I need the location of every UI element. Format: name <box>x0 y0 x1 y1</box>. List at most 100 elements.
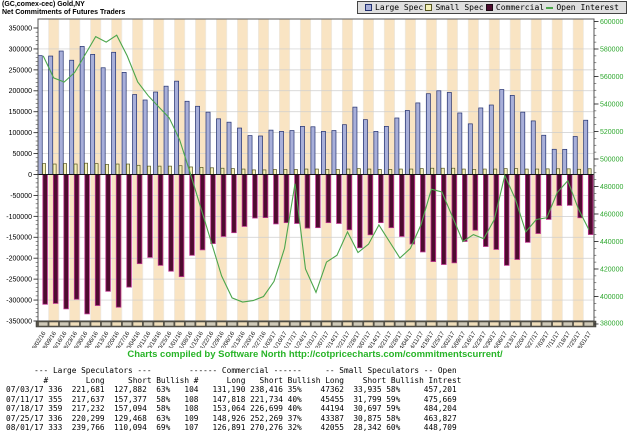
small-spec-bar <box>74 164 77 174</box>
large-spec-bar <box>143 100 147 175</box>
left-axis-tick-label: -350000 <box>6 318 32 325</box>
small-spec-bar <box>273 169 276 174</box>
small-spec-bar <box>221 168 224 174</box>
large-spec-bar <box>258 136 262 175</box>
small-spec-bar <box>95 164 98 175</box>
commercial-bar <box>179 175 184 277</box>
commercial-bar <box>400 175 405 237</box>
commercial-bar <box>347 175 352 230</box>
left-axis-tick-label: 350000 <box>9 25 32 32</box>
large-spec-bar <box>563 149 567 174</box>
left-axis-tick-label: 300000 <box>9 46 32 53</box>
large-spec-bar <box>237 128 241 174</box>
small-spec-bar <box>315 169 318 174</box>
large-spec-bar <box>500 90 504 175</box>
commercial-bar <box>358 175 363 248</box>
table-row: 07/11/17 355 217,637 157,377 58% 108 147… <box>6 395 461 405</box>
right-axis-tick-label: 440000 <box>600 239 623 246</box>
large-spec-bar <box>552 149 556 174</box>
large-spec-bar <box>80 46 84 174</box>
commercial-bar <box>190 175 195 256</box>
large-spec-bar <box>112 52 116 174</box>
large-spec-bar <box>416 103 420 175</box>
left-axis-tick-label: 200000 <box>9 88 32 95</box>
large-spec-bar <box>206 112 210 174</box>
commercial-bar <box>232 175 237 233</box>
large-spec-bar <box>196 106 200 174</box>
small-spec-bar <box>389 169 392 174</box>
small-spec-bar <box>105 164 108 174</box>
table-row: 07/18/17 359 217,232 157,094 58% 108 153… <box>6 404 461 414</box>
right-axis-labels: 6000005800005600005400005200005000004800… <box>594 19 623 328</box>
large-spec-bar <box>279 131 283 174</box>
large-spec-bar <box>175 81 179 174</box>
small-spec-bar <box>368 169 371 174</box>
large-spec-bar <box>248 136 252 175</box>
commercial-bar <box>158 175 163 266</box>
small-spec-bar <box>116 164 119 174</box>
commercial-bar <box>74 175 79 300</box>
small-spec-bar <box>200 167 203 174</box>
small-spec-bar <box>231 169 234 175</box>
small-spec-bar <box>168 166 171 174</box>
large-spec-bar <box>227 122 231 174</box>
commercial-bar <box>316 175 321 228</box>
small-spec-bar <box>252 170 255 175</box>
credit-text: Charts compiled by Software North http:/… <box>0 349 630 360</box>
large-spec-bar <box>101 68 105 175</box>
small-spec-bar <box>431 168 434 174</box>
small-spec-bar <box>158 166 161 174</box>
large-spec-bar <box>300 126 304 174</box>
large-spec-bar <box>59 51 63 174</box>
left-axis-tick-label: -200000 <box>6 256 32 263</box>
commercial-bar <box>284 175 289 223</box>
commercial-bar <box>326 175 331 223</box>
commercial-bar <box>116 175 121 308</box>
large-spec-bar <box>374 131 378 174</box>
commercial-bar <box>137 175 142 264</box>
large-spec-bar <box>164 86 168 174</box>
commercial-bar <box>431 175 436 262</box>
right-axis-tick-label: 540000 <box>600 101 623 108</box>
large-spec-bar <box>584 120 588 174</box>
right-axis-tick-label: 600000 <box>600 19 623 26</box>
large-spec-bar <box>479 108 483 175</box>
right-axis-tick-label: 480000 <box>600 184 623 191</box>
left-axis-tick-label: -50000 <box>10 193 32 200</box>
commercial-bar <box>127 175 132 288</box>
commercial-bar <box>588 175 593 235</box>
left-axis-tick-label: 250000 <box>9 67 32 74</box>
left-axis-tick-label: -150000 <box>6 235 32 242</box>
commercial-bar <box>211 175 216 244</box>
x-axis-labels: 08/02/1608/09/1608/16/1608/23/1608/30/16… <box>30 330 593 348</box>
cot-table: --- Large Speculators --- ------ Commerc… <box>6 366 461 433</box>
right-axis-tick-label: 560000 <box>600 74 623 81</box>
large-spec-bar <box>133 95 137 175</box>
cot-chart-page: (GC,comex-cec) Gold,NY Net Commitments o… <box>0 0 630 434</box>
small-spec-bar <box>210 168 213 175</box>
small-spec-bar <box>399 169 402 174</box>
small-spec-bar <box>536 169 539 174</box>
large-spec-bar <box>70 60 74 174</box>
large-spec-bar <box>447 92 451 174</box>
small-spec-bar <box>525 169 528 174</box>
commercial-bar <box>64 175 69 309</box>
commercial-bar <box>253 175 258 219</box>
large-spec-bar <box>321 131 325 174</box>
large-spec-bar <box>468 124 472 175</box>
large-spec-bar <box>384 126 388 174</box>
small-spec-bar <box>494 169 497 174</box>
commercial-bar <box>462 175 467 242</box>
small-spec-bar <box>85 163 88 174</box>
small-spec-bar <box>336 169 339 174</box>
table-row: 08/01/17 333 239,766 110,094 69% 107 126… <box>6 423 461 433</box>
commercial-bar <box>169 175 174 272</box>
small-spec-bar <box>284 169 287 174</box>
right-axis-tick-label: 500000 <box>600 156 623 163</box>
small-spec-bar <box>53 164 56 174</box>
table-row: 07/25/17 336 220,299 129,468 63% 109 148… <box>6 414 461 424</box>
small-spec-bar <box>294 169 297 174</box>
commercial-bar <box>515 175 520 260</box>
commercial-bar <box>274 175 279 224</box>
left-axis-tick-label: -300000 <box>6 297 32 304</box>
